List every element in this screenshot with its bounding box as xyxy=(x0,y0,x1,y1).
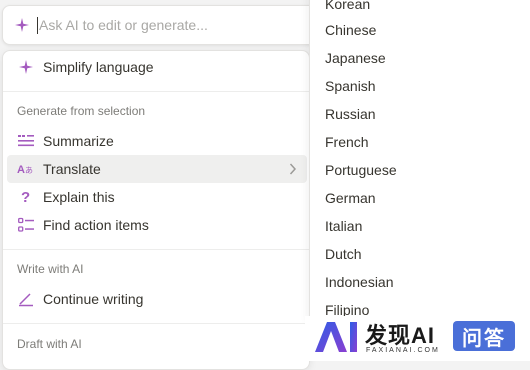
menu-item-label: Translate xyxy=(43,161,101,177)
menu-item-label: Find action items xyxy=(43,217,149,233)
text-caret xyxy=(37,16,38,34)
watermark-subtitle: FAXIANAI.COM xyxy=(366,347,440,354)
language-option-dutch[interactable]: Dutch xyxy=(314,240,526,268)
section-label-write: Write with AI xyxy=(17,262,84,276)
svg-text:あ: あ xyxy=(25,166,33,175)
section-label-draft: Draft with AI xyxy=(17,337,82,351)
language-option-japanese[interactable]: Japanese xyxy=(314,44,526,72)
summarize-icon xyxy=(17,132,35,150)
menu-item-label: Explain this xyxy=(43,189,115,205)
checklist-icon xyxy=(17,216,35,234)
language-option-russian[interactable]: Russian xyxy=(314,100,526,128)
svg-text:A: A xyxy=(17,164,25,176)
chevron-right-icon xyxy=(289,163,297,175)
menu-item-label: Continue writing xyxy=(43,291,144,307)
menu-item-explain-this[interactable]: ? Explain this xyxy=(7,183,307,211)
watermark-badge: 问答 xyxy=(453,321,515,351)
watermark-title: 发现AI xyxy=(365,323,436,348)
sparkle-icon xyxy=(17,58,35,76)
divider xyxy=(3,323,309,324)
pen-icon xyxy=(17,290,35,308)
menu-item-summarize[interactable]: Summarize xyxy=(7,127,307,155)
menu-item-simplify-language[interactable]: Simplify language xyxy=(7,53,307,81)
divider xyxy=(3,91,309,92)
divider xyxy=(3,249,309,250)
language-option-indonesian[interactable]: Indonesian xyxy=(314,268,526,296)
ai-command-menu: Simplify language Generate from selectio… xyxy=(2,50,310,370)
watermark-logo: 发现AI FAXIANAI.COM 问答 xyxy=(305,316,530,361)
language-option-portuguese[interactable]: Portuguese xyxy=(314,156,526,184)
language-option-german[interactable]: German xyxy=(314,184,526,212)
menu-item-label: Summarize xyxy=(43,133,114,149)
menu-item-translate[interactable]: A あ Translate xyxy=(7,155,307,183)
menu-item-find-action-items[interactable]: Find action items xyxy=(7,211,307,239)
translate-language-submenu: Korean Chinese Japanese Spanish Russian … xyxy=(309,0,530,320)
language-option-italian[interactable]: Italian xyxy=(314,212,526,240)
ai-prompt-bar[interactable] xyxy=(2,5,320,45)
language-option-spanish[interactable]: Spanish xyxy=(314,72,526,100)
section-label-generate: Generate from selection xyxy=(17,104,146,118)
sparkle-icon xyxy=(15,18,29,32)
language-option-chinese[interactable]: Chinese xyxy=(314,16,526,44)
language-option-french[interactable]: French xyxy=(314,128,526,156)
question-icon: ? xyxy=(17,188,35,206)
menu-item-continue-writing[interactable]: Continue writing xyxy=(7,285,307,313)
svg-text:?: ? xyxy=(21,189,30,205)
translate-icon: A あ xyxy=(17,160,35,178)
watermark-ai-logo-icon xyxy=(315,322,357,352)
ai-prompt-input[interactable] xyxy=(39,17,299,33)
menu-item-label: Simplify language xyxy=(43,59,154,75)
